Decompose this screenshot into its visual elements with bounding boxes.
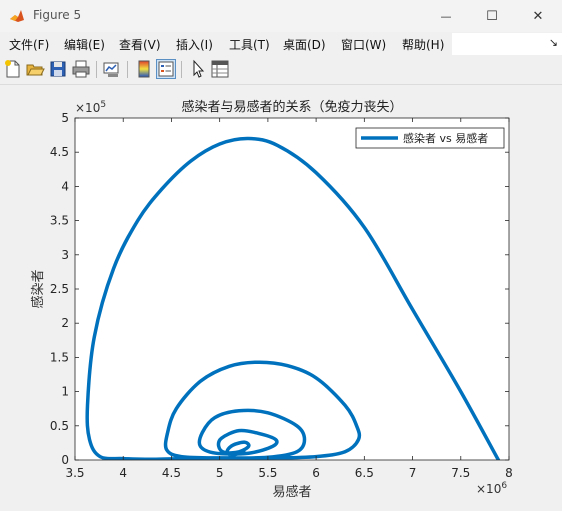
y-axis-exponent: ×105 — [75, 100, 106, 115]
x-tick-label: 4.5 — [162, 466, 181, 480]
y-tick-label: 1.5 — [50, 350, 69, 364]
maximize-icon: ☐ — [486, 8, 498, 24]
y-tick-label: 0 — [61, 453, 69, 467]
toolbar-separator — [96, 61, 97, 78]
insert-legend-icon[interactable] — [156, 59, 176, 79]
insert-colorbar-icon[interactable] — [134, 59, 154, 79]
x-tick-label: 4 — [119, 466, 127, 480]
menu-file[interactable]: 文件(F) — [9, 36, 49, 53]
legend-label: 感染者 vs 易感者 — [403, 131, 488, 145]
menu-overflow-area: ↘ — [452, 33, 562, 55]
y-axis-label: 感染者 — [30, 269, 46, 308]
x-tick-label: 7 — [409, 466, 417, 480]
toolbar — [0, 56, 562, 85]
y-tick-label: 4.5 — [50, 145, 69, 159]
menu-tools[interactable]: 工具(T) — [229, 36, 270, 53]
x-tick-label: 5 — [216, 466, 224, 480]
x-tick-label: 5.5 — [258, 466, 277, 480]
x-tick-label: 8 — [505, 466, 513, 480]
axes-background — [75, 118, 509, 460]
matlab-logo-icon — [10, 10, 24, 22]
y-tick-label: 2 — [61, 316, 69, 330]
link-plot-icon[interactable] — [102, 59, 122, 79]
menu-overflow-icon[interactable]: ↘ — [549, 36, 558, 49]
save-icon[interactable] — [48, 59, 68, 79]
y-tick-label: 2.5 — [50, 282, 69, 296]
legend[interactable]: 感染者 vs 易感者 — [355, 127, 505, 149]
new-figure-icon[interactable] — [3, 59, 23, 79]
minimize-button[interactable]: — — [423, 0, 469, 32]
menu-edit[interactable]: 编辑(E) — [64, 36, 105, 53]
property-inspector-icon[interactable] — [210, 59, 230, 79]
y-tick-label: 5 — [61, 111, 69, 125]
toolbar-separator — [181, 61, 182, 78]
menu-view[interactable]: 查看(V) — [119, 36, 161, 53]
chart[interactable]: 3.5 4 4.5 5 5.5 6 6.5 7 7.5 8 0 0.5 1 1.5 2 2.5 3 3.5 4 4.5… — [0, 85, 562, 507]
y-tick-label: 3 — [61, 248, 69, 262]
minimize-icon: — — [440, 9, 452, 23]
menu-desktop[interactable]: 桌面(D) — [283, 36, 326, 53]
close-icon: ✕ — [532, 8, 544, 24]
y-tick-label: 4 — [61, 179, 69, 193]
x-axis-label: 易感者 — [272, 484, 311, 500]
x-tick-label: 7.5 — [451, 466, 470, 480]
maximize-button[interactable]: ☐ — [469, 0, 515, 32]
toolbar-separator — [127, 61, 128, 78]
menu-insert[interactable]: 插入(I) — [176, 36, 213, 53]
y-tick-label: 1 — [61, 385, 69, 399]
title-bar: Figure 5 — ☐ ✕ — [0, 0, 562, 32]
y-tick-label: 0.5 — [50, 419, 69, 433]
open-file-icon[interactable] — [25, 59, 45, 79]
menu-window[interactable]: 窗口(W) — [341, 36, 386, 53]
menu-help[interactable]: 帮助(H) — [402, 36, 444, 53]
y-tick-label: 3.5 — [50, 214, 69, 228]
x-tick-label: 6 — [312, 466, 320, 480]
figure-canvas: 3.5 4 4.5 5 5.5 6 6.5 7 7.5 8 0 0.5 1 1.5 2 2.5 3 3.5 4 4.5… — [0, 85, 562, 507]
close-button[interactable]: ✕ — [515, 0, 561, 32]
pointer-icon[interactable] — [188, 59, 208, 79]
x-axis-exponent: ×106 — [476, 481, 507, 496]
window-title: Figure 5 — [33, 8, 82, 22]
x-tick-label: 6.5 — [355, 466, 374, 480]
chart-title: 感染者与易感者的关系（免疫力丧失） — [181, 99, 402, 115]
print-icon[interactable] — [71, 59, 91, 79]
x-tick-label: 3.5 — [65, 466, 84, 480]
